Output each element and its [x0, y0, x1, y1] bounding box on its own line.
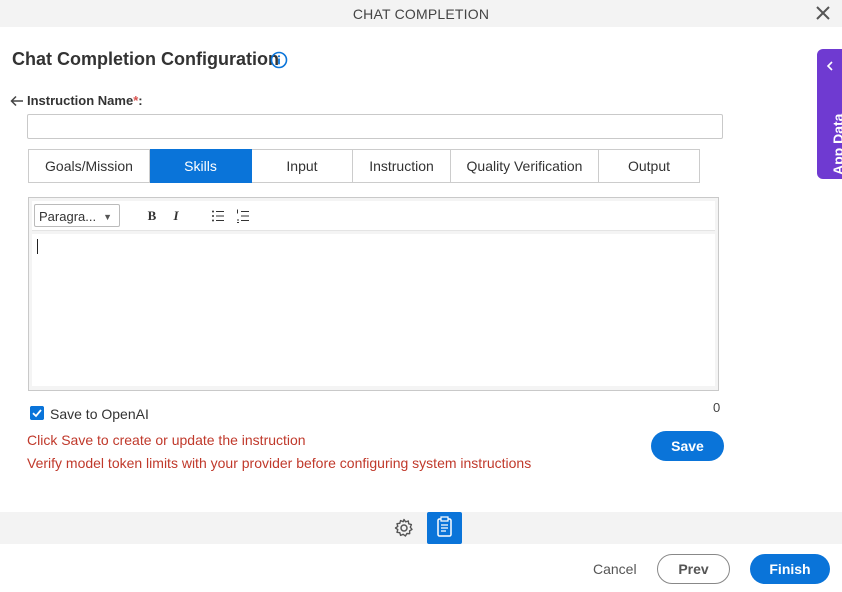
instruction-name-input[interactable] — [27, 114, 723, 139]
prev-button[interactable]: Prev — [657, 554, 730, 584]
app-data-label: App Data — [830, 113, 842, 175]
finish-button[interactable]: Finish — [750, 554, 830, 584]
bold-button[interactable]: B — [142, 206, 162, 226]
save-button[interactable]: Save — [651, 431, 724, 461]
token-limit-warning: Verify model token limits with your prov… — [27, 455, 532, 471]
editor-toolbar: Paragra... ▼ B I — [32, 201, 715, 231]
dialog-titlebar: CHAT COMPLETION — [0, 0, 842, 27]
save-to-openai-label: Save to OpenAI — [50, 406, 149, 422]
save-hint-message: Click Save to create or update the instr… — [27, 432, 306, 448]
text-cursor — [37, 239, 38, 254]
tab-goals-mission[interactable]: Goals/Mission — [28, 149, 150, 183]
caret-down-icon: ▼ — [103, 212, 112, 222]
tab-skills[interactable]: Skills — [150, 149, 252, 183]
back-arrow-icon[interactable] — [9, 94, 25, 108]
rich-text-editor: Paragra... ▼ B I — [28, 197, 719, 391]
editor-content-area[interactable] — [32, 234, 715, 386]
gear-icon[interactable] — [393, 517, 415, 539]
document-button[interactable] — [427, 512, 462, 544]
cancel-button[interactable]: Cancel — [593, 561, 637, 577]
close-icon[interactable] — [814, 4, 832, 22]
save-to-openai-checkbox[interactable] — [30, 406, 44, 420]
bullet-list-icon[interactable] — [208, 206, 228, 226]
italic-button[interactable]: I — [166, 206, 186, 226]
instruction-name-label-text: Instruction Name — [27, 93, 134, 108]
tab-output[interactable]: Output — [599, 149, 700, 183]
tab-instruction[interactable]: Instruction — [353, 149, 451, 183]
document-icon — [437, 516, 452, 537]
dialog-title: CHAT COMPLETION — [352, 6, 490, 22]
tab-quality-verification[interactable]: Quality Verification — [451, 149, 599, 183]
paragraph-format-value: Paragra... — [39, 209, 97, 224]
chevron-left-icon — [826, 61, 833, 71]
numbered-list-icon[interactable] — [233, 206, 253, 226]
info-icon[interactable] — [270, 51, 288, 69]
tab-input[interactable]: Input — [252, 149, 353, 183]
character-counter: 0 — [713, 400, 721, 415]
instruction-name-label: Instruction Name*: — [27, 93, 143, 108]
label-colon: : — [138, 93, 143, 108]
page-title: Chat Completion Configuration — [12, 49, 279, 69]
instruction-tabs: Goals/Mission Skills Input Instruction Q… — [28, 149, 700, 183]
bottom-toolbar — [0, 512, 842, 544]
paragraph-format-select[interactable]: Paragra... ▼ — [34, 204, 120, 227]
app-data-panel-toggle[interactable]: App Data — [817, 49, 842, 179]
